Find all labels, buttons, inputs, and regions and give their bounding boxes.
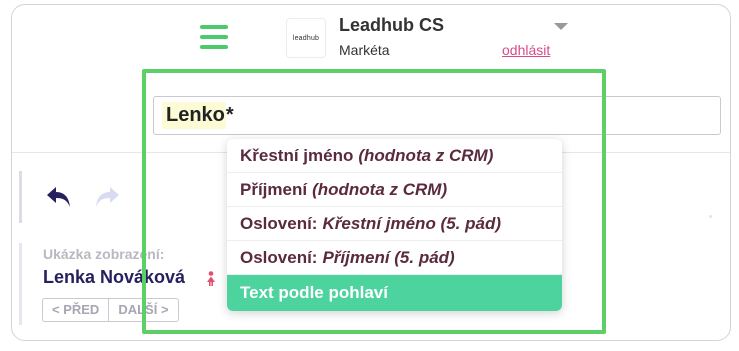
preview-pager: < PŘED DALŠÍ > [42, 298, 179, 322]
undo-arrow-icon[interactable] [44, 183, 74, 211]
dropdown-item-salutation-last-name[interactable]: Oslovení: Příjmení (5. pád) [227, 241, 562, 275]
logout-link[interactable]: odhlásit [502, 42, 550, 58]
redo-arrow-icon [96, 187, 119, 207]
logo-text: leadhub [292, 34, 320, 42]
search-value-rest: * [225, 104, 234, 126]
dropdown-item-note: Příjmení (5. pád) [322, 247, 455, 267]
dropdown-item-label: Text podle pohlaví [240, 283, 388, 302]
dropdown-item-note: (hodnota z CRM) [312, 179, 448, 199]
search-input[interactable]: Lenko * [153, 96, 721, 135]
dropdown-item-label: Oslovení: [240, 247, 318, 267]
decorative-dot [709, 215, 712, 218]
account-name: Leadhub CS [339, 15, 445, 35]
editor-bar [19, 171, 22, 223]
dropdown-item-gender-text[interactable]: Text podle pohlaví [227, 275, 562, 311]
hamburger-menu-icon[interactable] [200, 25, 228, 49]
company-logo: leadhub [286, 18, 326, 58]
preview-name: Lenka Nováková [43, 267, 186, 287]
dropdown-item-label: Křestní jméno [240, 145, 354, 165]
next-button[interactable]: DALŠÍ > [108, 299, 177, 321]
dropdown-item-first-name[interactable]: Křestní jméno (hodnota z CRM) [227, 139, 562, 173]
autocomplete-dropdown: Křestní jméno (hodnota z CRM) Příjmení (ho… [227, 139, 562, 311]
prev-button[interactable]: < PŘED [43, 299, 108, 321]
search-value-highlight: Lenko [162, 102, 226, 129]
app-window: leadhub Leadhub CS Markéta odhlásit Lenk… [11, 4, 731, 341]
dropdown-item-salutation-first-name[interactable]: Oslovení: Křestní jméno (5. pád) [227, 207, 562, 241]
dropdown-item-label: Oslovení: [240, 213, 318, 233]
dropdown-item-label: Příjmení [240, 179, 308, 199]
preview-label: Ukázka zobrazení: [43, 246, 165, 262]
dropdown-item-note: (hodnota z CRM) [358, 145, 494, 165]
caret-down-icon[interactable] [554, 23, 568, 30]
account-user: Markéta [339, 42, 390, 58]
dropdown-item-note: Křestní jméno (5. pád) [322, 213, 501, 233]
dropdown-item-last-name[interactable]: Příjmení (hodnota z CRM) [227, 173, 562, 207]
preview-bar [19, 243, 22, 325]
female-person-icon [207, 271, 215, 286]
